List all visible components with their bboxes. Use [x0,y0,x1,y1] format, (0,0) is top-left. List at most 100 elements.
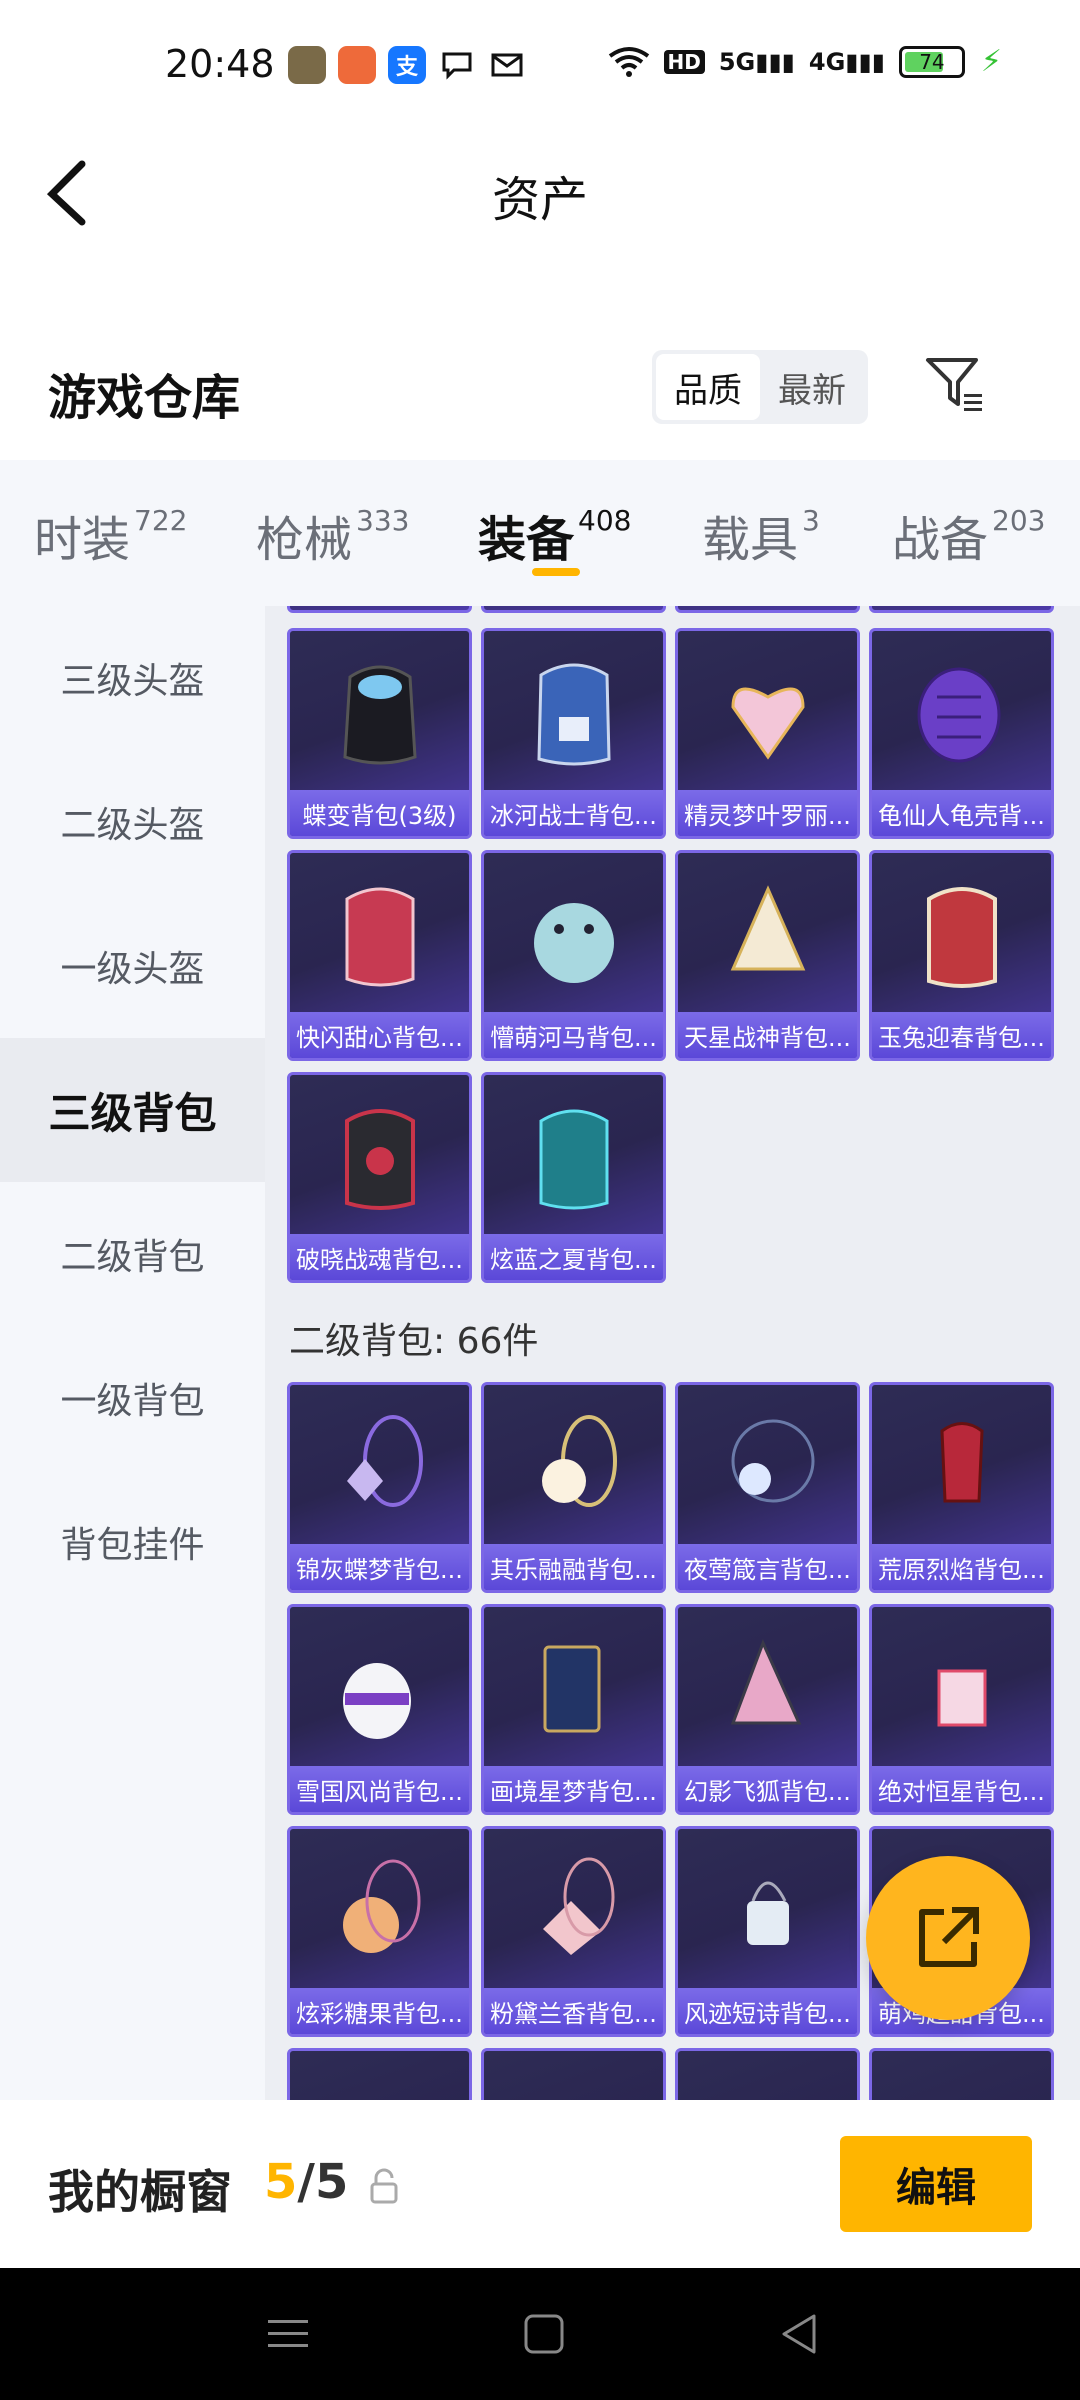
item-name: 其乐融融背包... [484,1544,663,1590]
item-card[interactable]: 破晓战魂背包... [287,1072,472,1283]
home-icon[interactable] [518,2308,570,2360]
chat-bubble-icon [438,46,476,84]
sidebar-item-helmet-lv1[interactable]: 一级头盔 [0,894,265,1038]
backpack-image [872,631,1051,793]
item-card[interactable]: 龟仙人龟壳背... [869,628,1054,839]
tab-vehicles[interactable]: 载具 3 [702,500,820,570]
item-card[interactable]: 雪国风尚背包... [287,1604,472,1815]
sort-quality-button[interactable]: 品质 [656,354,760,420]
section-header-level2: 二级背包: 66件 [289,1321,539,1362]
backpack-image [484,853,663,1015]
item-card[interactable] [869,606,1054,613]
item-card[interactable] [869,2048,1054,2100]
backpack-image [484,631,663,793]
alipay-icon: 支 [388,46,426,84]
wifi-icon [608,46,649,77]
share-button[interactable] [866,1856,1030,2020]
active-tab-indicator [532,568,580,576]
item-card[interactable]: 绝对恒星背包... [869,1604,1054,1815]
item-name: 蝶变背包(3级) [290,790,469,836]
filter-icon[interactable] [924,354,984,414]
backpack-image [678,631,857,793]
item-name: 炫蓝之夏背包... [484,1234,663,1280]
backpack-image [678,1385,857,1547]
tab-supplies[interactable]: 战备 203 [892,500,1045,570]
item-card[interactable]: 玉兔迎春背包... [869,850,1054,1061]
sort-newest-button[interactable]: 最新 [760,354,864,420]
item-name: 炫彩糖果背包... [290,1988,469,2034]
signal-4g-icon: 4G▮▮▮ [808,47,885,76]
sidebar-item-backpack-lv2[interactable]: 二级背包 [0,1182,265,1326]
item-name: 天星战神背包... [678,1012,857,1058]
sidebar-item-backpack-lv1[interactable]: 一级背包 [0,1326,265,1470]
item-name: 绝对恒星背包... [872,1766,1051,1812]
showcase-title: 我的橱窗 [48,2165,232,2219]
item-card[interactable]: 快闪甜心背包... [287,850,472,1061]
backpack-image [872,1607,1051,1769]
my-showcase-bar: 我的橱窗 5/5 编辑 [0,2100,1080,2268]
item-card[interactable] [287,606,472,613]
item-name: 荒原烈焰背包... [872,1544,1051,1590]
item-card[interactable]: 炫蓝之夏背包... [481,1072,666,1283]
sidebar-item-helmet-lv3[interactable]: 三级头盔 [0,606,265,750]
item-name: 破晓战魂背包... [290,1234,469,1280]
menu-icon[interactable] [262,2308,314,2360]
sidebar-item-backpack-lv3[interactable]: 三级背包 [0,1038,265,1182]
backpack-image [290,1385,469,1547]
tab-weapons[interactable]: 枪械 333 [256,500,409,570]
sidebar-item-helmet-lv2[interactable]: 二级头盔 [0,750,265,894]
status-bar: 20:48 支 HD 5G▮▮▮ 4G▮▮▮ 74 ⚡ [0,0,1080,136]
item-card[interactable]: 风迹短诗背包... [675,1826,860,2037]
backpack-image [678,853,857,1015]
battery-icon: 74 [898,45,965,78]
backpack-image [678,1829,857,1991]
back-icon[interactable] [774,2308,826,2360]
item-name: 精灵梦叶罗丽... [678,790,857,836]
item-card[interactable]: 精灵梦叶罗丽... [675,628,860,839]
item-card[interactable]: 天星战神背包... [675,850,860,1061]
tab-fashion[interactable]: 时装 722 [34,500,187,570]
backpack-image [290,1075,469,1237]
item-card[interactable]: 幻影飞狐背包... [675,1604,860,1815]
item-card[interactable]: 粉黛兰香背包... [481,1826,666,2037]
item-card[interactable] [481,2048,666,2100]
item-card[interactable]: 夜莺箴言背包... [675,1382,860,1593]
game-app-icon [288,46,326,84]
edit-button[interactable]: 编辑 [840,2136,1032,2232]
charging-icon: ⚡ [980,44,1002,79]
item-card[interactable]: 锦灰蝶梦背包... [287,1382,472,1593]
item-name: 龟仙人龟壳背... [872,790,1051,836]
backpack-image [484,1607,663,1769]
backpack-image [678,1607,857,1769]
item-card[interactable]: 懵萌河马背包... [481,850,666,1061]
item-name: 风迹短诗背包... [678,1988,857,2034]
item-card[interactable] [481,606,666,613]
item-card[interactable] [675,2048,860,2100]
mail-app-icon [338,46,376,84]
screen: { "status_bar": { "time": "20:48", "apps… [0,0,1080,2400]
item-card[interactable]: 荒原烈焰背包... [869,1382,1054,1593]
item-name: 冰河战士背包... [484,790,663,836]
system-navigation-bar [0,2268,1080,2400]
item-card[interactable] [287,2048,472,2100]
backpack-image [290,631,469,793]
backpack-image [290,1829,469,1991]
tab-equipment[interactable]: 装备 408 [478,500,631,570]
backpack-image [484,1385,663,1547]
item-card[interactable]: 炫彩糖果背包... [287,1826,472,2037]
sidebar-item-backpack-pendant[interactable]: 背包挂件 [0,1470,265,1614]
item-card[interactable]: 其乐融融背包... [481,1382,666,1593]
item-card[interactable] [675,606,860,613]
status-indicators: HD 5G▮▮▮ 4G▮▮▮ 74 ⚡ [608,44,1002,79]
item-name: 幻影飞狐背包... [678,1766,857,1812]
item-name: 粉黛兰香背包... [484,1988,663,2034]
backpack-image [872,1385,1051,1547]
scrolled-row [287,606,1067,613]
level3-backpack-grid: 蝶变背包(3级) 冰河战士背包... 精灵梦叶罗丽... 龟仙人龟壳背... 快闪甜心背… [287,628,1067,1283]
item-card[interactable]: 蝶变背包(3级) [287,628,472,839]
item-card[interactable]: 冰河战士背包... [481,628,666,839]
item-card[interactable]: 画境星梦背包... [481,1604,666,1815]
status-time: 20:48 [165,42,275,86]
subcategory-sidebar: 三级头盔 二级头盔 一级头盔 三级背包 二级背包 一级背包 背包挂件 [0,606,265,2100]
item-name: 懵萌河马背包... [484,1012,663,1058]
